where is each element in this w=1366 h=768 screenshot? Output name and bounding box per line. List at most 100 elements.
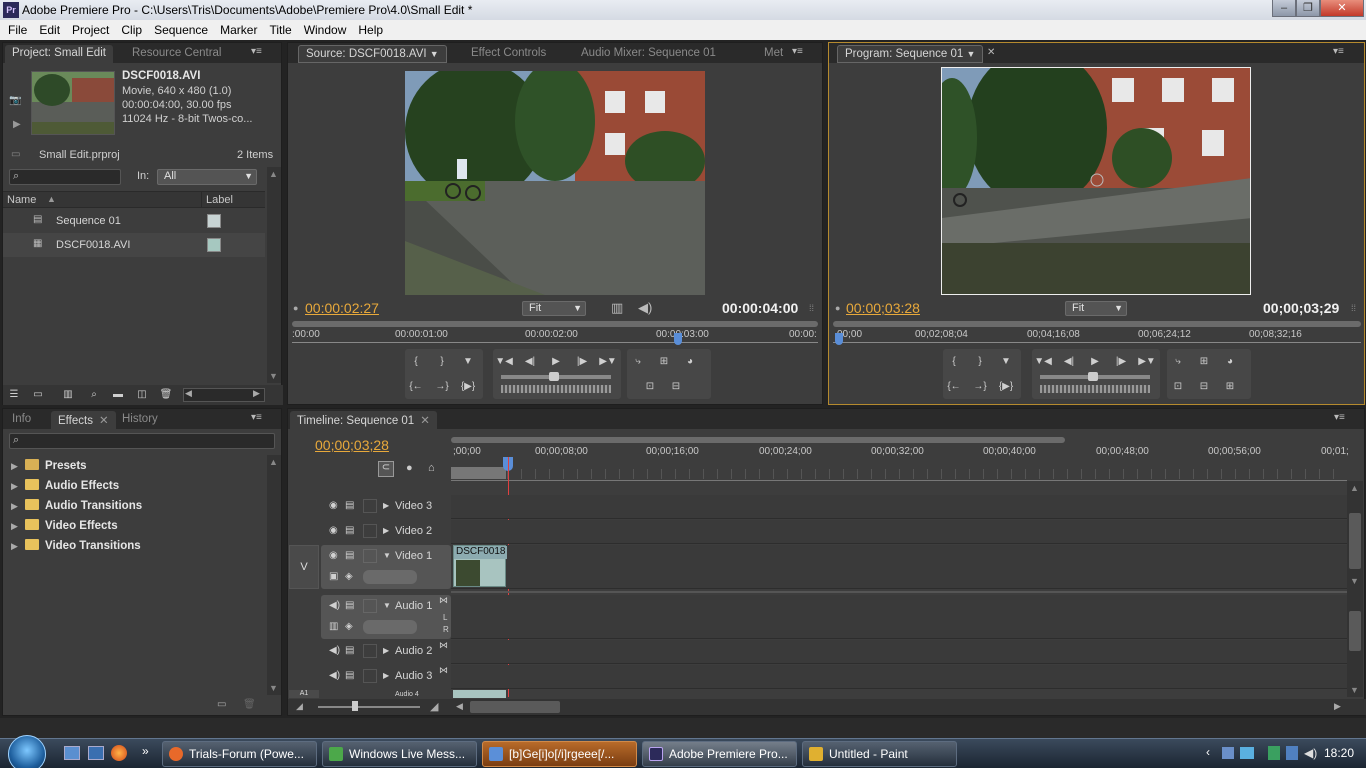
expand-icon[interactable]: ▶ bbox=[383, 671, 389, 680]
track-lane-video-1[interactable]: DSCF0018 bbox=[451, 545, 1347, 589]
minimize-button[interactable]: ‒ bbox=[1272, 0, 1296, 17]
source-current-time[interactable]: 00:00:02:27 bbox=[305, 300, 379, 316]
taskbar-item-chat[interactable]: [b]Ge[i]o[/i]rgeee[/... bbox=[482, 741, 637, 767]
menu-marker[interactable]: Marker bbox=[214, 23, 263, 37]
panel-menu-icon[interactable]: ▾≡ bbox=[1334, 413, 1348, 423]
tree-item-audio-transitions[interactable]: ▶ Audio Transitions bbox=[11, 499, 142, 517]
track-lane-audio-3[interactable] bbox=[451, 665, 1347, 689]
tab-history[interactable]: History bbox=[115, 411, 165, 429]
set-marker-icon[interactable]: ▼ bbox=[459, 353, 477, 371]
play-icon[interactable]: ▶ bbox=[547, 353, 565, 371]
menu-file[interactable]: File bbox=[2, 23, 33, 37]
tab-effect-controls[interactable]: Effect Controls bbox=[464, 45, 553, 63]
taskbar-item-trials-forum[interactable]: Trials-Forum (Powe... bbox=[162, 741, 317, 767]
tab-source[interactable]: Source: DSCF0018.AVI ▼ bbox=[298, 45, 447, 63]
sync-lock-icon[interactable]: ▤ bbox=[345, 645, 354, 656]
jog-dial[interactable] bbox=[1040, 385, 1150, 393]
source-fit-dropdown[interactable]: Fit ▼ bbox=[522, 301, 586, 316]
expand-icon[interactable]: ▶ bbox=[383, 501, 389, 510]
new-custom-bin-icon[interactable]: ▭ bbox=[217, 699, 226, 710]
expand-icon[interactable]: ▶ bbox=[11, 461, 25, 472]
close-tab-icon[interactable]: ✕ bbox=[987, 47, 995, 58]
track-lane-audio-2[interactable] bbox=[451, 640, 1347, 664]
next-edit-icon[interactable]: ▶▼ bbox=[1138, 353, 1156, 371]
tab-resource-central[interactable]: Resource Central bbox=[125, 45, 228, 63]
list-item[interactable]: ▤ Sequence 01 bbox=[3, 209, 265, 233]
waveform-icon[interactable]: ▥ bbox=[329, 621, 338, 632]
step-back-icon[interactable]: ◀| bbox=[1060, 353, 1078, 371]
audio-clip[interactable] bbox=[453, 690, 506, 698]
name-column-header[interactable]: Name bbox=[7, 194, 36, 206]
list-item[interactable]: ▦ DSCF0018.AVI bbox=[3, 233, 265, 257]
show-desktop-icon[interactable] bbox=[64, 746, 80, 760]
chevron-down-icon[interactable]: ▼ bbox=[430, 49, 439, 59]
scroll-right-icon[interactable]: ▶ bbox=[253, 388, 260, 399]
set-out-icon[interactable]: } bbox=[971, 353, 989, 371]
play-in-to-out-icon[interactable]: {▶} bbox=[459, 378, 477, 396]
tray-app-icon[interactable] bbox=[1268, 746, 1280, 760]
tab-info[interactable]: Info bbox=[5, 411, 38, 429]
keyframe-navigator[interactable] bbox=[363, 620, 417, 634]
tab-program[interactable]: Program: Sequence 01 ▼ bbox=[837, 45, 984, 63]
scroll-down-icon[interactable]: ▼ bbox=[269, 371, 278, 381]
label-swatch[interactable] bbox=[207, 238, 221, 252]
track-lane-audio-1[interactable] bbox=[451, 595, 1347, 639]
track-lane-video-2[interactable] bbox=[451, 520, 1347, 544]
speaker-icon[interactable]: ◀) bbox=[329, 645, 340, 656]
source-zoom-bar[interactable] bbox=[292, 321, 818, 327]
zoom-in-icon[interactable]: ◢ bbox=[430, 700, 438, 713]
scroll-thumb[interactable] bbox=[1349, 513, 1361, 569]
show-hidden-icons-icon[interactable]: ‹ bbox=[1206, 745, 1210, 759]
timeline-current-time[interactable]: 00;00;03;28 bbox=[315, 437, 389, 453]
expand-icon[interactable]: ▶ bbox=[383, 526, 389, 535]
playhead-icon[interactable] bbox=[835, 333, 843, 345]
vertical-scrollbar[interactable]: ▲ ▼ ▼ bbox=[1347, 481, 1363, 697]
scroll-up-icon[interactable]: ▲ bbox=[269, 169, 278, 179]
timeline-ruler[interactable]: ;00;00 00;00;08;00 00;00;16;00 00;00;24;… bbox=[451, 443, 1349, 481]
keyframe-icon[interactable]: ◈ bbox=[345, 621, 353, 632]
find-icon[interactable]: ⌕ bbox=[85, 386, 103, 404]
lock-toggle[interactable] bbox=[363, 524, 377, 538]
taskbar-item-paint[interactable]: Untitled - Paint bbox=[802, 741, 957, 767]
scroll-down-icon[interactable]: ▼ bbox=[269, 683, 278, 693]
speaker-icon[interactable]: ◀) bbox=[329, 600, 340, 611]
panel-menu-icon[interactable]: ▾≡ bbox=[251, 47, 265, 57]
label-swatch[interactable] bbox=[207, 214, 221, 228]
scroll-up-icon[interactable]: ▲ bbox=[269, 457, 278, 467]
eye-icon[interactable]: ◉ bbox=[329, 550, 338, 561]
scroll-left-icon[interactable]: ◀ bbox=[185, 388, 192, 399]
sync-lock-icon[interactable]: ▤ bbox=[345, 525, 354, 536]
shuttle-handle[interactable] bbox=[549, 372, 559, 381]
panel-menu-icon[interactable]: ▾≡ bbox=[251, 413, 265, 423]
next-marker-icon[interactable]: ▶▼ bbox=[599, 353, 617, 371]
source-time-ruler[interactable]: :00:00 00:00:01:00 00:00:02:00 00:00:03:… bbox=[292, 329, 818, 345]
sync-lock-icon[interactable]: ▤ bbox=[345, 500, 354, 511]
step-forward-icon[interactable]: |▶ bbox=[1112, 353, 1130, 371]
menu-clip[interactable]: Clip bbox=[115, 23, 148, 37]
lift-icon[interactable]: ⊡ bbox=[1169, 378, 1187, 396]
previous-marker-icon[interactable]: ▼◀ bbox=[495, 353, 513, 371]
audio-speaker-icon[interactable]: ◀) bbox=[638, 300, 652, 316]
settings-dots-icon[interactable]: ⁞⁞ bbox=[1351, 303, 1356, 313]
start-button[interactable] bbox=[8, 735, 46, 768]
lock-toggle[interactable] bbox=[363, 599, 377, 613]
tab-audio-mixer[interactable]: Audio Mixer: Sequence 01 bbox=[574, 45, 723, 63]
program-time-ruler[interactable]: 00;00 00;02;08;04 00;04;16;08 00;06;24;1… bbox=[833, 329, 1361, 345]
switch-windows-icon[interactable] bbox=[88, 746, 104, 760]
keyframe-navigator[interactable] bbox=[363, 570, 417, 584]
lock-toggle[interactable] bbox=[363, 644, 377, 658]
loop-icon[interactable]: ⤷ bbox=[1169, 353, 1187, 371]
play-icon[interactable]: ▶ bbox=[1086, 353, 1104, 371]
zoom-out-icon[interactable]: ◢ bbox=[296, 701, 303, 712]
set-marker-icon[interactable]: ▼ bbox=[997, 353, 1015, 371]
tab-timeline[interactable]: Timeline: Sequence 01 ✕ bbox=[290, 411, 437, 429]
set-out-icon[interactable]: } bbox=[433, 353, 451, 371]
clock[interactable]: 18:20 bbox=[1324, 746, 1354, 760]
output-icon[interactable]: ◕ bbox=[1221, 353, 1239, 371]
collapse-icon[interactable]: ▼ bbox=[383, 601, 391, 610]
lock-toggle[interactable] bbox=[363, 669, 377, 683]
menu-window[interactable]: Window bbox=[298, 23, 353, 37]
step-back-icon[interactable]: ◀| bbox=[521, 353, 539, 371]
close-tab-icon[interactable]: ✕ bbox=[99, 415, 109, 427]
output-icon[interactable]: ◕ bbox=[681, 353, 699, 371]
